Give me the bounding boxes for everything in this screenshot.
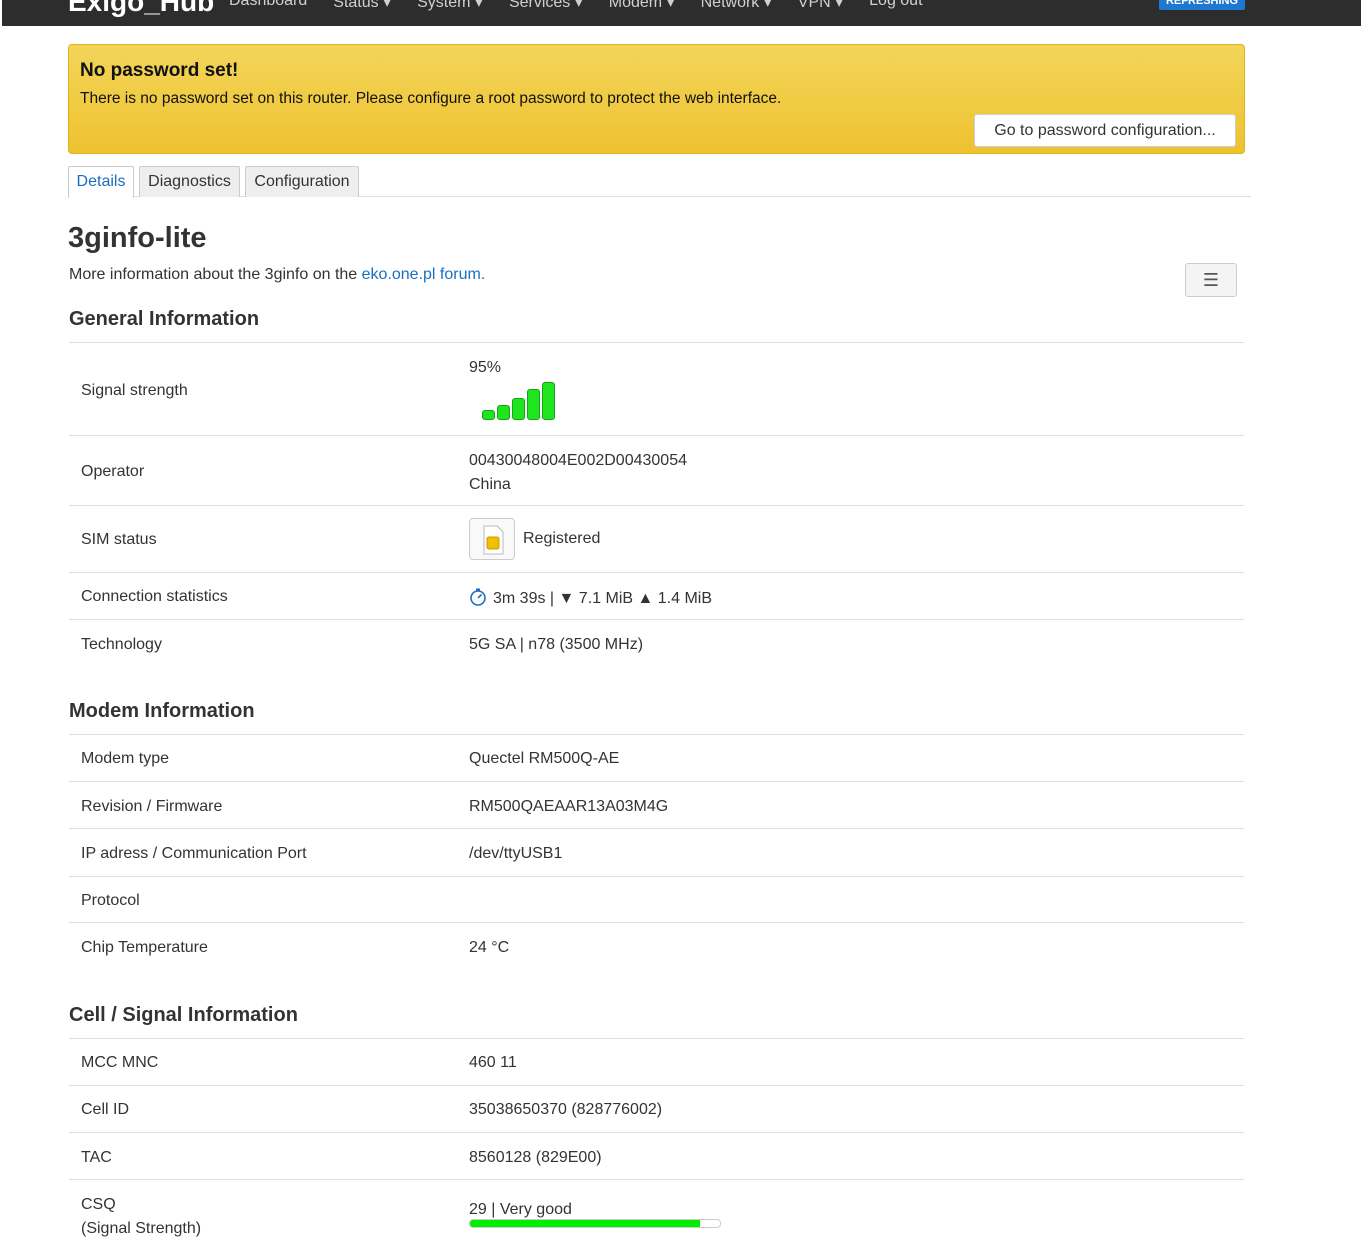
password-config-button[interactable]: Go to password configuration... [974, 114, 1236, 147]
refreshing-badge[interactable]: REFRESHING [1159, 0, 1245, 10]
top-navbar: Exigo_Hub Dashboard Status ▾ System ▾ Se… [2, 0, 1361, 26]
operator-label: Operator [81, 463, 145, 480]
comm-port-label: IP adress / Communication Port [81, 845, 307, 862]
no-password-alert: No password set! There is no password se… [68, 44, 1245, 154]
chip-temperature-value: 24 °C [469, 939, 510, 956]
hamburger-menu-button[interactable]: ☰ [1185, 263, 1237, 297]
mcc-mnc-value: 460 11 [469, 1054, 517, 1071]
comm-port-value: /dev/ttyUSB1 [469, 845, 563, 862]
main-menu: Dashboard Status ▾ System ▾ Services ▾ M… [229, 0, 923, 12]
csq-sublabel: (Signal Strength) [81, 1220, 202, 1237]
alert-text: There is no password set on this router.… [80, 90, 782, 107]
operator-row: Operator 00430048004E002D00430054 China [69, 435, 1244, 506]
protocol-row: Protocol [69, 876, 1244, 923]
technology-row: Technology 5G SA | n78 (3500 MHz) [69, 619, 1244, 667]
page-description: More information about the 3ginfo on the… [69, 266, 485, 284]
tab-bar: Details Diagnostics Configuration [68, 166, 1251, 198]
tab-diagnostics[interactable]: Diagnostics [139, 166, 240, 197]
page-title: 3ginfo-lite [68, 222, 207, 254]
sim-status-row: SIM status Registered [69, 505, 1244, 573]
connection-stats-row: Connection statistics 3m 39s | ▼ 7.1 MiB… [69, 572, 1244, 620]
firmware-row: Revision / Firmware RM500QAEAAR13A03M4G [69, 781, 1244, 829]
operator-country: China [469, 476, 511, 493]
cell-info-heading: Cell / Signal Information [69, 1004, 298, 1026]
description-text: More information about the 3ginfo on the [69, 266, 362, 283]
general-info-heading: General Information [69, 308, 260, 330]
modem-info-heading: Modem Information [69, 700, 255, 722]
mcc-mnc-row: MCC MNC 460 11 [69, 1038, 1244, 1086]
firmware-label: Revision / Firmware [81, 798, 223, 815]
connection-stats-text: 3m 39s | ▼ 7.1 MiB ▲ 1.4 MiB [493, 590, 713, 607]
tac-label: TAC [81, 1149, 112, 1166]
chip-temperature-label: Chip Temperature [81, 939, 208, 956]
menu-network[interactable]: Network ▾ [701, 0, 772, 12]
forum-link[interactable]: eko.one.pl forum. [362, 266, 486, 283]
csq-value: 29 | Very good [469, 1201, 572, 1218]
operator-value: 00430048004E002D00430054 [469, 452, 687, 469]
mcc-mnc-label: MCC MNC [81, 1054, 159, 1071]
sim-status-value: Registered [523, 530, 601, 547]
technology-value: 5G SA | n78 (3500 MHz) [469, 636, 644, 653]
tab-details[interactable]: Details [68, 166, 134, 198]
sim-card-icon [469, 518, 515, 560]
chip-temperature-row: Chip Temperature 24 °C [69, 922, 1244, 970]
tac-value: 8560128 (829E00) [469, 1149, 602, 1166]
tab-configuration[interactable]: Configuration [245, 166, 359, 197]
modem-type-row: Modem type Quectel RM500Q-AE [69, 734, 1244, 782]
alert-title: No password set! [80, 60, 239, 81]
signal-strength-value: 95% [469, 359, 502, 376]
signal-strength-row: Signal strength 95% [69, 342, 1244, 436]
menu-modem[interactable]: Modem ▾ [609, 0, 675, 12]
brand-logo[interactable]: Exigo_Hub [68, 0, 214, 18]
firmware-value: RM500QAEAAR13A03M4G [469, 798, 669, 815]
menu-vpn[interactable]: VPN ▾ [798, 0, 843, 12]
signal-bars-icon [482, 380, 562, 420]
menu-logout[interactable]: Log out [869, 0, 922, 12]
menu-services[interactable]: Services ▾ [509, 0, 583, 12]
cell-id-value: 35038650370 (828776002) [469, 1101, 663, 1118]
menu-system[interactable]: System ▾ [417, 0, 483, 12]
stopwatch-icon [469, 588, 487, 611]
menu-status[interactable]: Status ▾ [333, 0, 391, 12]
connection-stats-value: 3m 39s | ▼ 7.1 MiB ▲ 1.4 MiB [469, 588, 712, 611]
sim-status-label: SIM status [81, 531, 157, 548]
cell-id-label: Cell ID [81, 1101, 130, 1118]
tac-row: TAC 8560128 (829E00) [69, 1132, 1244, 1180]
comm-port-row: IP adress / Communication Port /dev/ttyU… [69, 828, 1244, 877]
csq-progress-bar [469, 1219, 721, 1228]
cell-id-row: Cell ID 35038650370 (828776002) [69, 1085, 1244, 1133]
modem-type-value: Quectel RM500Q-AE [469, 750, 620, 767]
menu-dashboard[interactable]: Dashboard [229, 0, 307, 12]
connection-stats-label: Connection statistics [81, 588, 228, 605]
csq-row: CSQ (Signal Strength) 29 | Very good [69, 1179, 1244, 1251]
protocol-label: Protocol [81, 892, 140, 909]
signal-strength-label: Signal strength [81, 382, 188, 399]
hamburger-icon: ☰ [1202, 270, 1220, 290]
csq-label: CSQ [81, 1196, 116, 1213]
technology-label: Technology [81, 636, 162, 653]
csq-progress-fill [470, 1220, 700, 1227]
modem-type-label: Modem type [81, 750, 170, 767]
